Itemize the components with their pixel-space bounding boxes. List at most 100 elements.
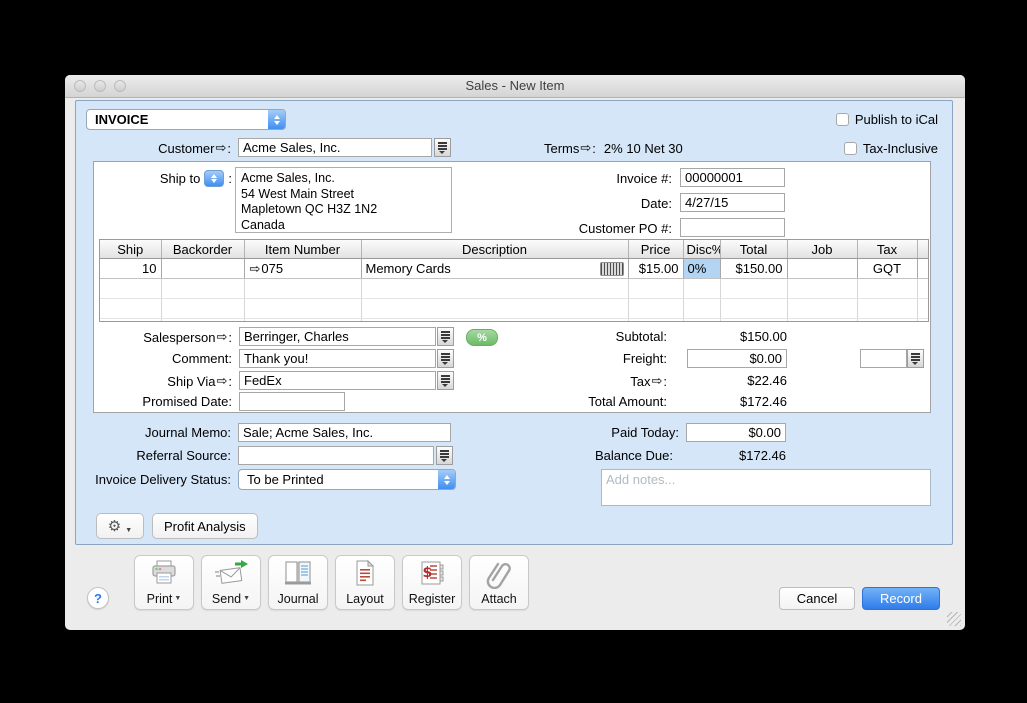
invoice-number-input[interactable] bbox=[680, 168, 785, 187]
detail-arrow-icon[interactable]: ⇨ bbox=[650, 373, 663, 389]
date-label: Date: bbox=[474, 196, 672, 211]
col-price[interactable]: Price bbox=[628, 240, 683, 259]
table-row-empty[interactable] bbox=[100, 279, 928, 299]
record-button[interactable]: Record bbox=[862, 587, 940, 610]
print-button[interactable]: Print▼ bbox=[134, 555, 194, 610]
freight-input[interactable] bbox=[687, 349, 787, 368]
send-button[interactable]: Send▼ bbox=[201, 555, 261, 610]
comment-input[interactable] bbox=[239, 349, 436, 368]
delivery-status-select[interactable]: To be Printed bbox=[238, 469, 456, 490]
zoom-button[interactable] bbox=[114, 80, 126, 92]
publish-ical-label: Publish to iCal bbox=[855, 112, 938, 127]
notes-textarea[interactable] bbox=[601, 469, 931, 506]
col-tax[interactable]: Tax bbox=[857, 240, 917, 259]
title-bar: Sales - New Item bbox=[65, 75, 965, 98]
table-row-empty[interactable] bbox=[100, 319, 928, 323]
ship-to-address-select[interactable] bbox=[204, 170, 224, 187]
paid-today-label: Paid Today: bbox=[539, 425, 679, 440]
referral-source-input[interactable] bbox=[238, 446, 434, 465]
cell-disc-selected[interactable]: 0% bbox=[683, 259, 720, 279]
detail-arrow-icon[interactable]: ⇨ bbox=[249, 261, 262, 276]
discount-percent-button[interactable]: % bbox=[466, 329, 498, 346]
register-button[interactable]: $ Register bbox=[402, 555, 462, 610]
resize-grip[interactable] bbox=[947, 612, 961, 626]
cell-total[interactable]: $150.00 bbox=[720, 259, 787, 279]
customer-label-row: Customer ⇨: bbox=[76, 140, 231, 156]
salesperson-list-button[interactable] bbox=[437, 327, 454, 346]
col-disc[interactable]: Disc% bbox=[683, 240, 720, 259]
gear-icon: ⚙ bbox=[108, 519, 121, 534]
table-row: 10 ⇨075 Memory Cards $15.00 0% $150.00 G… bbox=[100, 259, 928, 279]
layout-button[interactable]: Layout bbox=[335, 555, 395, 610]
ship-via-label: Ship Via bbox=[167, 374, 215, 389]
customer-po-input[interactable] bbox=[680, 218, 785, 237]
publish-ical-checkbox[interactable] bbox=[836, 113, 849, 126]
detail-arrow-icon[interactable]: ⇨ bbox=[215, 329, 228, 345]
journal-book-icon bbox=[269, 559, 327, 589]
chevron-updown-icon bbox=[438, 470, 455, 489]
promised-date-input[interactable] bbox=[239, 392, 345, 411]
cell-job[interactable] bbox=[787, 259, 857, 279]
col-item-number[interactable]: Item Number bbox=[244, 240, 361, 259]
col-backorder[interactable]: Backorder bbox=[161, 240, 244, 259]
minimize-button[interactable] bbox=[94, 80, 106, 92]
salesperson-label: Salesperson bbox=[143, 330, 215, 345]
cell-item-number[interactable]: ⇨075 bbox=[244, 259, 361, 279]
customer-list-button[interactable] bbox=[434, 138, 451, 157]
promised-date-label: Promised Date: bbox=[94, 394, 232, 409]
date-input[interactable] bbox=[680, 193, 785, 212]
comment-list-button[interactable] bbox=[437, 349, 454, 368]
cancel-button[interactable]: Cancel bbox=[779, 587, 855, 610]
caret-down-icon: ▼ bbox=[125, 527, 132, 534]
window-title: Sales - New Item bbox=[65, 75, 965, 97]
cell-price[interactable]: $15.00 bbox=[628, 259, 683, 279]
freight-tax-list-button[interactable] bbox=[907, 349, 924, 368]
detail-arrow-icon[interactable]: ⇨ bbox=[215, 373, 228, 389]
barcode-icon[interactable] bbox=[600, 262, 624, 276]
col-ship[interactable]: Ship bbox=[100, 240, 161, 259]
freight-tax-code-input[interactable] bbox=[860, 349, 907, 368]
tax-label-row: Tax ⇨: bbox=[527, 373, 667, 389]
close-button[interactable] bbox=[74, 80, 86, 92]
detail-arrow-icon[interactable]: ⇨ bbox=[214, 140, 227, 156]
col-description[interactable]: Description bbox=[361, 240, 628, 259]
table-row-empty[interactable] bbox=[100, 299, 928, 319]
invoice-form: INVOICE Publish to iCal Customer ⇨: Term… bbox=[75, 100, 953, 545]
journal-memo-input[interactable] bbox=[238, 423, 451, 442]
col-total[interactable]: Total bbox=[720, 240, 787, 259]
cell-description[interactable]: Memory Cards bbox=[361, 259, 628, 279]
col-job[interactable]: Job bbox=[787, 240, 857, 259]
cell-backorder[interactable] bbox=[161, 259, 244, 279]
customer-po-label: Customer PO #: bbox=[474, 221, 672, 236]
invoice-body-panel: Ship to : Acme Sales, Inc. 54 West Main … bbox=[93, 161, 931, 413]
sale-type-select[interactable]: INVOICE bbox=[86, 109, 286, 130]
cell-ship[interactable]: 10 bbox=[100, 259, 161, 279]
actions-menu-button[interactable]: ⚙ ▼ bbox=[96, 513, 144, 539]
journal-button[interactable]: Journal bbox=[268, 555, 328, 610]
list-icon bbox=[441, 353, 450, 364]
detail-arrow-icon[interactable]: ⇨ bbox=[579, 140, 592, 156]
profit-analysis-button[interactable]: Profit Analysis bbox=[152, 513, 258, 539]
attach-button[interactable]: Attach bbox=[469, 555, 529, 610]
salesperson-input[interactable] bbox=[239, 327, 436, 346]
help-button[interactable]: ? bbox=[87, 587, 109, 609]
list-icon bbox=[438, 142, 447, 153]
customer-input[interactable] bbox=[238, 138, 432, 157]
list-icon bbox=[441, 331, 450, 342]
delivery-status-value: To be Printed bbox=[239, 470, 438, 489]
balance-due-value: $172.46 bbox=[666, 448, 786, 463]
delivery-status-label: Invoice Delivery Status: bbox=[76, 472, 231, 487]
ship-to-label: Ship to bbox=[160, 171, 200, 186]
journal-memo-label: Journal Memo: bbox=[76, 425, 231, 440]
paid-today-input[interactable] bbox=[686, 423, 786, 442]
caret-down-icon: ▼ bbox=[174, 595, 181, 602]
balance-due-label: Balance Due: bbox=[533, 448, 673, 463]
ship-to-address[interactable]: Acme Sales, Inc. 54 West Main Street Map… bbox=[235, 167, 452, 233]
table-header-row: Ship Backorder Item Number Description P… bbox=[100, 240, 928, 259]
referral-list-button[interactable] bbox=[436, 446, 453, 465]
tax-inclusive-checkbox[interactable] bbox=[844, 142, 857, 155]
ship-via-input[interactable] bbox=[239, 371, 436, 390]
list-icon bbox=[911, 353, 920, 364]
cell-tax[interactable]: GQT bbox=[857, 259, 917, 279]
ship-via-list-button[interactable] bbox=[437, 371, 454, 390]
